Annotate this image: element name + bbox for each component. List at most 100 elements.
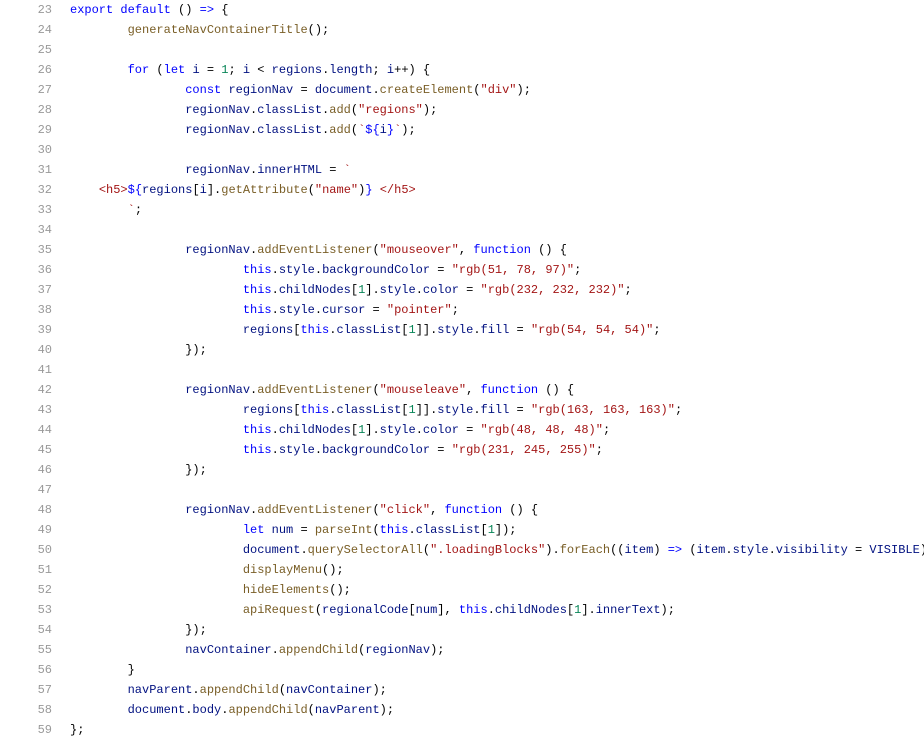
token: childNodes [279, 283, 351, 297]
token: parseInt [315, 523, 373, 537]
code-line[interactable]: const regionNav = document.createElement… [70, 80, 924, 100]
token: this [459, 603, 488, 617]
code-line[interactable]: regionNav.addEventListener("click", func… [70, 500, 924, 520]
code-line[interactable]: }); [70, 620, 924, 640]
token: = [200, 63, 222, 77]
token: . [272, 263, 279, 277]
token: regions [243, 323, 293, 337]
token: navContainer [185, 643, 271, 657]
code-line[interactable]: this.childNodes[1].style.color = "rgb(23… [70, 280, 924, 300]
token: . [725, 543, 732, 557]
code-line[interactable]: displayMenu(); [70, 560, 924, 580]
token: 1 [408, 323, 415, 337]
token: }); [185, 463, 207, 477]
token: regionNav [185, 103, 250, 117]
code-editor[interactable]: 2324252627282930313233343536373839404142… [0, 0, 924, 740]
code-line[interactable]: regionNav.innerHTML = ` [70, 160, 924, 180]
code-line[interactable]: regions[this.classList[1]].style.fill = … [70, 400, 924, 420]
code-line[interactable]: }); [70, 460, 924, 480]
token: innerText [596, 603, 661, 617]
code-line[interactable]: regionNav.classList.add("regions"); [70, 100, 924, 120]
token: add [329, 123, 351, 137]
token: ); [380, 703, 394, 717]
token: style [279, 303, 315, 317]
code-line[interactable] [70, 140, 924, 160]
token: ]. [365, 283, 379, 297]
token: regionNav [185, 243, 250, 257]
token: style [279, 443, 315, 457]
code-line[interactable]: this.childNodes[1].style.color = "rgb(48… [70, 420, 924, 440]
token: . [769, 543, 776, 557]
code-line[interactable]: generateNavContainerTitle(); [70, 20, 924, 40]
token: }); [185, 343, 207, 357]
token: item [625, 543, 654, 557]
line-number: 40 [0, 340, 52, 360]
code-line[interactable]: regionNav.addEventListener("mouseover", … [70, 240, 924, 260]
token: ]. [207, 183, 221, 197]
line-number: 56 [0, 660, 52, 680]
token: ). [545, 543, 559, 557]
code-line[interactable]: export default () => { [70, 0, 924, 20]
code-line[interactable]: this.style.backgroundColor = "rgb(231, 2… [70, 440, 924, 460]
code-line[interactable]: document.body.appendChild(navParent); [70, 700, 924, 720]
code-line[interactable] [70, 40, 924, 60]
code-line[interactable]: regionNav.classList.add(`${i}`); [70, 120, 924, 140]
code-line[interactable]: }); [70, 340, 924, 360]
token: . [315, 443, 322, 457]
token: ( [351, 123, 358, 137]
code-line[interactable]: <h5>${regions[i].getAttribute("name")} <… [70, 180, 924, 200]
token: getAttribute [221, 183, 307, 197]
line-number: 30 [0, 140, 52, 160]
token: let [243, 523, 272, 537]
code-line[interactable]: navParent.appendChild(navContainer); [70, 680, 924, 700]
code-line[interactable]: let num = parseInt(this.classList[1]); [70, 520, 924, 540]
code-line[interactable]: this.style.backgroundColor = "rgb(51, 78… [70, 260, 924, 280]
token: "rgb(48, 48, 48)" [481, 423, 603, 437]
code-line[interactable]: regionNav.addEventListener("mouseleave",… [70, 380, 924, 400]
code-line[interactable]: this.style.cursor = "pointer"; [70, 300, 924, 320]
token: "rgb(54, 54, 54)" [531, 323, 653, 337]
code-line[interactable] [70, 360, 924, 380]
token: apiRequest [243, 603, 315, 617]
token: add [329, 103, 351, 117]
code-line[interactable]: navContainer.appendChild(regionNav); [70, 640, 924, 660]
code-line[interactable]: apiRequest(regionalCode[num], this.child… [70, 600, 924, 620]
token: } [365, 183, 372, 197]
token: color [423, 283, 459, 297]
token: innerHTML [257, 163, 322, 177]
token: . [488, 603, 495, 617]
token: addEventListener [257, 383, 372, 397]
token: ; [574, 263, 581, 277]
token: "regions" [358, 103, 423, 117]
line-number: 35 [0, 240, 52, 260]
token: appendChild [228, 703, 307, 717]
token: . [473, 323, 480, 337]
line-number: 25 [0, 40, 52, 60]
token: = [430, 263, 452, 277]
code-line[interactable] [70, 480, 924, 500]
token: generateNavContainerTitle [128, 23, 308, 37]
line-number: 36 [0, 260, 52, 280]
code-line[interactable]: }; [70, 720, 924, 740]
token: . [272, 423, 279, 437]
token: navParent [315, 703, 380, 717]
token: body [192, 703, 221, 717]
line-number: 39 [0, 320, 52, 340]
code-line[interactable]: document.querySelectorAll(".loadingBlock… [70, 540, 924, 560]
code-line[interactable]: for (let i = 1; i < regions.length; i++)… [70, 60, 924, 80]
token: = [509, 323, 531, 337]
code-line[interactable]: } [70, 660, 924, 680]
code-line[interactable]: regions[this.classList[1]].style.fill = … [70, 320, 924, 340]
code-content[interactable]: export default () => { generateNavContai… [70, 0, 924, 740]
token: style [437, 323, 473, 337]
code-line[interactable] [70, 220, 924, 240]
token: i [200, 183, 207, 197]
token: VISIBLE [869, 543, 919, 557]
token: ${ [365, 123, 379, 137]
line-number: 41 [0, 360, 52, 380]
code-line[interactable]: `; [70, 200, 924, 220]
token: ], [437, 603, 459, 617]
token: regions [272, 63, 322, 77]
token: "rgb(163, 163, 163)" [531, 403, 675, 417]
code-line[interactable]: hideElements(); [70, 580, 924, 600]
